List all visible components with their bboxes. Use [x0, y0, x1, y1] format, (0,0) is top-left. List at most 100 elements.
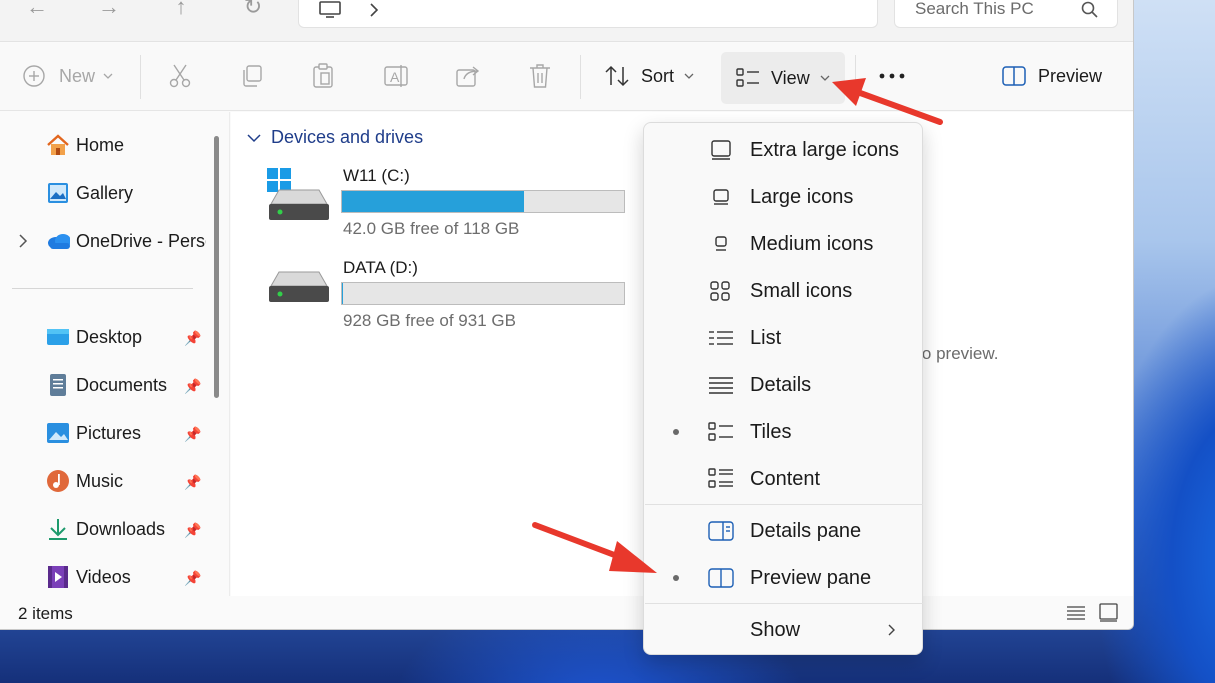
- sidebar-item-label: OneDrive - Perso: [76, 230, 206, 251]
- menu-item-content[interactable]: Content: [644, 459, 922, 499]
- address-bar[interactable]: [298, 0, 878, 28]
- menu-item-label: Large icons: [750, 185, 854, 208]
- sidebar-item-onedrive[interactable]: OneDrive - Perso: [18, 226, 206, 256]
- paste-button[interactable]: [311, 56, 335, 96]
- search-icon: [1081, 1, 1098, 18]
- sidebar-item-downloads[interactable]: Downloads: [46, 514, 165, 544]
- share-button[interactable]: [455, 56, 481, 96]
- chevron-down-icon: [103, 73, 113, 79]
- list-icon: [708, 327, 734, 349]
- pin-icon[interactable]: 📌: [184, 474, 201, 491]
- menu-item-medium-icons[interactable]: Medium icons: [644, 224, 922, 264]
- menu-item-label: Tiles: [750, 420, 792, 443]
- paste-icon: [313, 63, 333, 88]
- rename-button[interactable]: A: [383, 56, 409, 96]
- chevron-right-icon[interactable]: [369, 3, 379, 17]
- file-explorer-window: ← → ↑ ↻ Search This PC New A Sort View P…: [0, 0, 1134, 630]
- sidebar-item-documents[interactable]: Documents: [46, 370, 167, 400]
- sidebar-item-pictures[interactable]: Pictures: [46, 418, 141, 448]
- preview-pane-icon: [1002, 66, 1026, 86]
- drive-usage-bar: [341, 282, 625, 305]
- menu-item-label: List: [750, 326, 782, 349]
- menu-item-tiles[interactable]: Tiles: [644, 412, 922, 452]
- videos-folder-icon: [46, 565, 70, 589]
- small-icons-icon: [708, 280, 734, 302]
- details-pane-icon: [708, 520, 734, 542]
- details-view-icon[interactable]: [1066, 604, 1086, 622]
- section-title: Devices and drives: [271, 127, 424, 147]
- desktop-folder-icon: [46, 325, 70, 349]
- sort-button[interactable]: Sort: [604, 56, 694, 96]
- medium-icons-icon: [708, 233, 734, 255]
- menu-item-details[interactable]: Details: [644, 365, 922, 405]
- menu-item-small-icons[interactable]: Small icons: [644, 271, 922, 311]
- sidebar-item-videos[interactable]: Videos: [46, 562, 131, 592]
- pin-icon[interactable]: 📌: [184, 426, 201, 443]
- preview-label: Preview: [1038, 65, 1103, 86]
- cut-button[interactable]: [167, 56, 193, 96]
- copy-button[interactable]: [240, 56, 264, 96]
- sidebar-scrollbar[interactable]: [214, 136, 219, 398]
- drive-tile[interactable]: W11 (C:) 42.0 GB free of 118 GB: [267, 166, 627, 246]
- menu-item-preview-pane[interactable]: Preview pane: [644, 558, 922, 598]
- pin-icon[interactable]: 📌: [184, 378, 201, 395]
- back-arrow-icon[interactable]: ←: [22, 0, 52, 24]
- large-icons-icon: [708, 186, 734, 208]
- pin-icon[interactable]: 📌: [184, 330, 201, 347]
- large-thumbnails-view-icon[interactable]: [1098, 602, 1120, 622]
- drive-tile[interactable]: DATA (D:) 928 GB free of 931 GB: [267, 258, 627, 338]
- menu-item-label: Details: [750, 373, 812, 396]
- new-button[interactable]: New: [22, 56, 113, 96]
- toolbar-divider: [580, 55, 581, 99]
- tiles-view-icon: [736, 68, 759, 87]
- sidebar-item-label: Documents: [76, 374, 168, 395]
- sidebar-item-label: Home: [76, 134, 125, 155]
- pin-icon[interactable]: 📌: [184, 522, 201, 539]
- drive-name: W11 (C:): [343, 166, 410, 185]
- drive-usage-fill: [342, 283, 343, 304]
- drive-usage-fill: [342, 191, 524, 212]
- menu-divider: [645, 504, 923, 505]
- menu-item-extra-large-icons[interactable]: Extra large icons: [644, 130, 922, 170]
- sidebar-item-gallery[interactable]: Gallery: [46, 178, 133, 208]
- view-label: View: [771, 67, 810, 88]
- chevron-down-icon: [684, 73, 694, 79]
- forward-arrow-icon[interactable]: →: [94, 0, 124, 24]
- sidebar-item-desktop[interactable]: Desktop: [46, 322, 142, 352]
- chevron-right-icon[interactable]: [18, 234, 28, 248]
- menu-item-show[interactable]: Show: [644, 610, 922, 650]
- more-options-button[interactable]: [878, 56, 906, 96]
- drive-icon: [269, 271, 329, 302]
- sidebar-divider: [12, 288, 193, 289]
- menu-item-label: Small icons: [750, 279, 853, 302]
- search-input[interactable]: Search This PC: [894, 0, 1118, 28]
- navigation-pane: Home Gallery OneDrive - Perso Desktop 📌: [0, 112, 230, 596]
- chevron-down-icon: [247, 133, 261, 142]
- rename-icon: A: [384, 65, 408, 87]
- section-header[interactable]: Devices and drives: [247, 127, 423, 148]
- menu-item-large-icons[interactable]: Large icons: [644, 177, 922, 217]
- content-icon: [708, 468, 734, 490]
- refresh-icon[interactable]: ↻: [238, 0, 268, 24]
- item-count: 2 items: [18, 604, 73, 623]
- preview-toggle-button[interactable]: Preview: [1001, 56, 1102, 96]
- preview-pane-icon: [708, 567, 734, 589]
- address-row: ← → ↑ ↻ Search This PC: [0, 0, 1133, 42]
- sidebar-item-label: Videos: [76, 566, 131, 587]
- sidebar-item-music[interactable]: Music: [46, 466, 123, 496]
- pin-icon[interactable]: 📌: [184, 570, 201, 587]
- view-button[interactable]: View: [721, 52, 845, 104]
- gallery-icon: [46, 181, 70, 205]
- view-dropdown-menu: Extra large icons Large icons Medium ico…: [643, 122, 923, 655]
- chevron-right-icon: [888, 624, 895, 636]
- drive-usage-bar: [341, 190, 625, 213]
- sidebar-item-home[interactable]: Home: [46, 130, 124, 160]
- up-arrow-icon[interactable]: ↑: [166, 0, 196, 24]
- menu-item-details-pane[interactable]: Details pane: [644, 511, 922, 551]
- cut-icon: [169, 64, 191, 88]
- menu-item-label: Extra large icons: [750, 138, 899, 161]
- tiles-icon: [708, 421, 734, 443]
- delete-button[interactable]: [528, 56, 552, 96]
- new-label: New: [59, 65, 96, 86]
- menu-item-list[interactable]: List: [644, 318, 922, 358]
